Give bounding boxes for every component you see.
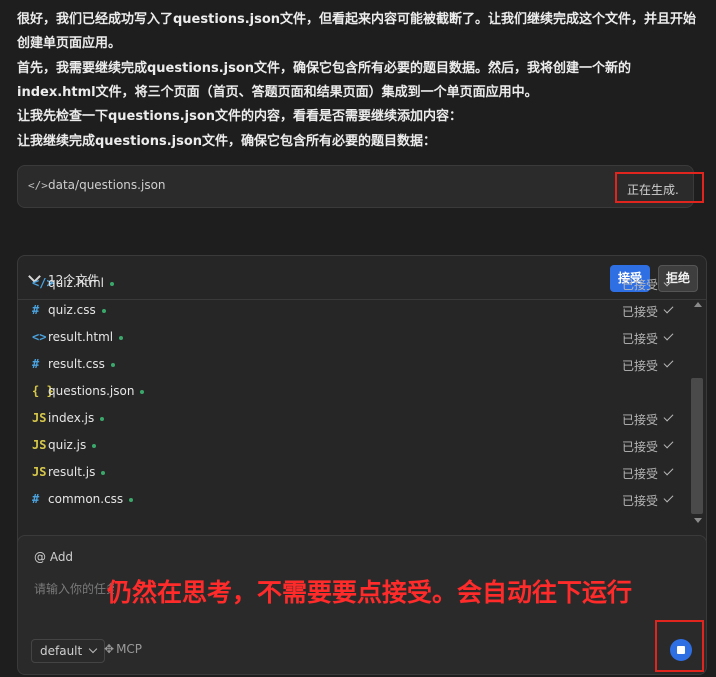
file-name: quiz.html: [48, 276, 115, 290]
code-icon: </>: [28, 179, 48, 192]
modified-dot-icon: [110, 362, 115, 367]
annotation-text: 仍然在思考，不需要要点接受。会自动往下运行: [107, 578, 633, 607]
file-status: 已接受: [622, 440, 659, 454]
modified-dot-icon: [119, 335, 124, 340]
check-icon: [663, 357, 674, 368]
file-row[interactable]: <> result.html 已接受: [18, 324, 688, 351]
file-type-icon: #: [32, 303, 40, 317]
file-name: quiz.js: [48, 438, 97, 452]
chat-input[interactable]: 请输入你的任务: [34, 580, 114, 597]
check-icon: [663, 465, 674, 476]
file-type-icon: <>: [32, 330, 47, 344]
scrollbar-thumb[interactable]: [691, 378, 703, 514]
mcp-label: MCP: [116, 642, 143, 656]
file-name: common.css: [48, 492, 134, 506]
modified-dot-icon: [129, 497, 134, 502]
file-name: result.html: [48, 330, 124, 344]
check-icon: [663, 438, 674, 449]
modified-dot-icon: [101, 470, 106, 475]
file-name: questions.json: [48, 384, 145, 398]
generating-status: 正在生成.: [615, 172, 704, 203]
file-name-text: quiz.css: [48, 303, 96, 317]
chevron-down-icon: [88, 644, 98, 654]
file-type-icon: JS: [32, 465, 47, 479]
file-name: index.js: [48, 411, 105, 425]
file-type-icon: JS: [32, 411, 47, 425]
file-row[interactable]: { } questions.json: [18, 378, 688, 405]
file-name: result.css: [48, 357, 115, 371]
stop-button[interactable]: [670, 639, 692, 661]
file-name-text: quiz.html: [48, 276, 105, 290]
model-select-value: default: [40, 644, 83, 658]
file-row[interactable]: # common.css 已接受: [18, 486, 688, 513]
file-path: data/questions.json: [48, 178, 166, 192]
assistant-message-2: 首先，我需要继续完成questions.json文件，确保它包含所有必要的题目数…: [17, 61, 632, 100]
file-status: 已接受: [622, 359, 659, 373]
file-name-text: result.css: [48, 357, 105, 371]
file-row[interactable]: # result.css 已接受: [18, 351, 688, 378]
check-icon: [663, 492, 674, 503]
mcp-icon: ✥: [104, 642, 115, 656]
add-context-button[interactable]: @ Add: [34, 550, 73, 564]
file-name-text: common.css: [48, 492, 124, 506]
generating-file-card[interactable]: </> data/questions.json: [17, 165, 694, 208]
file-status: 已接受: [622, 494, 659, 508]
check-icon: [663, 303, 674, 314]
changed-files-panel: 12个文件 接受 拒绝 </> quiz.html 已接受 # quiz.css 已接受 <…: [17, 255, 707, 545]
mcp-button[interactable]: ✥ MCP: [104, 642, 142, 656]
file-row[interactable]: # quiz.css 已接受: [18, 297, 688, 324]
file-row[interactable]: JS result.js 已接受: [18, 459, 688, 486]
file-name-text: quiz.js: [48, 438, 87, 452]
scroll-down-arrow[interactable]: [694, 518, 702, 523]
file-status: 已接受: [622, 467, 659, 481]
modified-dot-icon: [140, 389, 145, 394]
file-name-text: index.js: [48, 411, 95, 425]
model-select[interactable]: default: [31, 639, 106, 663]
file-name: result.js: [48, 465, 106, 479]
file-name-text: result.js: [48, 465, 96, 479]
file-name-text: result.html: [48, 330, 114, 344]
file-status: 已接受: [622, 413, 659, 427]
assistant-message-3: 让我先检查一下questions.json文件的内容，看看是否需要继续添加内容：: [17, 109, 463, 124]
assistant-message-4: 让我继续完成questions.json文件，确保它包含所有必要的题目数据：: [17, 134, 437, 149]
file-name-text: questions.json: [48, 384, 135, 398]
file-type-icon: JS: [32, 438, 47, 452]
check-icon: [663, 330, 674, 341]
file-status: 已接受: [622, 278, 659, 292]
file-status: 已接受: [622, 332, 659, 346]
modified-dot-icon: [101, 308, 106, 313]
check-icon: [663, 276, 674, 287]
modified-dot-icon: [92, 443, 97, 448]
file-status: 已接受: [622, 305, 659, 319]
modified-dot-icon: [110, 281, 115, 286]
assistant-message-1: 很好，我们已经成功写入了questions.json文件，但看起来内容可能被截断…: [17, 12, 697, 51]
file-name: quiz.css: [48, 303, 106, 317]
file-type-icon: #: [32, 492, 40, 506]
stop-icon: [677, 646, 685, 654]
check-icon: [663, 411, 674, 422]
file-row[interactable]: </> quiz.html 已接受: [18, 270, 688, 297]
file-type-icon: #: [32, 357, 40, 371]
scroll-up-arrow[interactable]: [694, 302, 702, 307]
modified-dot-icon: [100, 416, 105, 421]
file-row[interactable]: JS quiz.js 已接受: [18, 432, 688, 459]
file-row[interactable]: JS index.js 已接受: [18, 405, 688, 432]
